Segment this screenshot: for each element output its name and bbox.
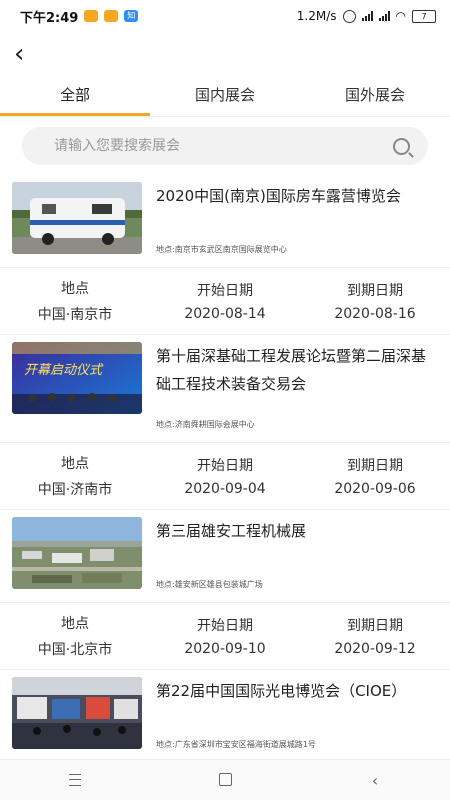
- alarm-icon: [342, 9, 356, 23]
- expo-list: 2020中国(南京)国际房车露营博览会 地点:南京市玄武区南京国际展览中心 地点…: [0, 175, 450, 764]
- back-arrow-icon[interactable]: ‹: [14, 41, 24, 67]
- start-date-value: 2020-08-14: [184, 306, 266, 322]
- top-bar: ‹: [0, 32, 450, 76]
- tab-overseas[interactable]: 国外展会: [300, 76, 450, 116]
- expo-address: 地点:广东省深圳市宝安区福海街道展城路1号: [156, 740, 316, 749]
- expo-stats: 地点中国·南京市 开始日期 2020-08-14 到期日期 2020-08-16: [0, 268, 450, 334]
- start-date-label: 开始日期: [197, 618, 253, 634]
- network-speed: 1.2M/s: [296, 9, 337, 23]
- expo-thumbnail-ceremony: 开幕启动仪式: [12, 342, 142, 414]
- signal-icon: [361, 11, 373, 21]
- search-bar: [22, 127, 428, 165]
- start-date-label: 开始日期: [197, 283, 253, 299]
- expo-address: 地点:南京市玄武区南京国际展览中心: [156, 245, 287, 254]
- search-icon[interactable]: [393, 137, 410, 155]
- signal-icon-2: [378, 11, 390, 21]
- expo-thumbnail-rv: [12, 182, 142, 254]
- start-date-label: 开始日期: [197, 458, 253, 474]
- back-icon[interactable]: ‹: [345, 771, 405, 790]
- location-value: 中国·南京市: [37, 307, 113, 323]
- start-date-value: 2020-09-04: [184, 481, 266, 497]
- expo-thumbnail-hall: [12, 677, 142, 749]
- expo-title: 第三届雄安工程机械展: [156, 522, 307, 540]
- system-nav-bar: ‹: [0, 759, 450, 800]
- location-label: 地点: [61, 456, 89, 472]
- expo-title: 2020中国(南京)国际房车露营博览会: [156, 187, 401, 205]
- expo-card[interactable]: 第三届雄安工程机械展 地点:雄安新区雄县包装城广场 地点中国·北京市 开始日期 2…: [0, 510, 450, 670]
- expo-thumbnail-aerial: [12, 517, 142, 589]
- end-date-label: 到期日期: [347, 618, 403, 634]
- expo-stats: 地点中国·北京市 开始日期 2020-09-10 到期日期 2020-09-12: [0, 603, 450, 669]
- expo-title: 第22届中国国际光电博览会（CIOE）: [156, 682, 407, 700]
- wifi-icon: ◠: [395, 9, 406, 23]
- end-date-value: 2020-09-12: [334, 641, 416, 657]
- end-date-label: 到期日期: [347, 283, 403, 299]
- tab-all[interactable]: 全部: [0, 76, 150, 116]
- location-value: 中国·济南市: [37, 482, 113, 498]
- end-date-label: 到期日期: [347, 458, 403, 474]
- home-icon[interactable]: [195, 771, 255, 790]
- expo-card[interactable]: 第22届中国国际光电博览会（CIOE） 地点:广东省深圳市宝安区福海街道展城路1…: [0, 670, 450, 764]
- expo-address: 地点:济南舜耕国际会展中心: [156, 420, 255, 429]
- end-date-value: 2020-09-06: [334, 481, 416, 497]
- notification-icon: [84, 10, 99, 22]
- expo-title: 第十届深基础工程发展论坛暨第二届深基础工程技术装备交易会: [156, 347, 427, 393]
- tab-domestic[interactable]: 国内展会: [150, 76, 300, 116]
- tab-bar: 全部 国内展会 国外展会: [0, 76, 450, 117]
- end-date-value: 2020-08-16: [334, 306, 416, 322]
- battery-icon: 7: [412, 9, 436, 23]
- app-notification-icon: 知: [124, 10, 139, 22]
- location-value: 中国·北京市: [37, 642, 113, 658]
- expo-stats: 地点中国·济南市 开始日期 2020-09-04 到期日期 2020-09-06: [0, 443, 450, 509]
- expo-card[interactable]: 2020中国(南京)国际房车露营博览会 地点:南京市玄武区南京国际展览中心 地点…: [0, 175, 450, 335]
- expo-address: 地点:雄安新区雄县包装城广场: [156, 580, 263, 589]
- start-date-value: 2020-09-10: [184, 641, 266, 657]
- status-time: 下午2:49: [20, 10, 79, 26]
- ceremony-banner-text: 开幕启动仪式: [24, 363, 104, 378]
- search-input[interactable]: [52, 137, 356, 155]
- menu-icon[interactable]: [45, 771, 105, 790]
- expo-card[interactable]: 开幕启动仪式 第十届深基础工程发展论坛暨第二届深基础工程技术装备交易会 地点:济…: [0, 335, 450, 510]
- location-label: 地点: [61, 281, 89, 297]
- message-icon: [104, 10, 119, 22]
- location-label: 地点: [61, 616, 89, 632]
- status-bar: 下午2:49 知 1.2M/s ◠ 7: [0, 0, 450, 32]
